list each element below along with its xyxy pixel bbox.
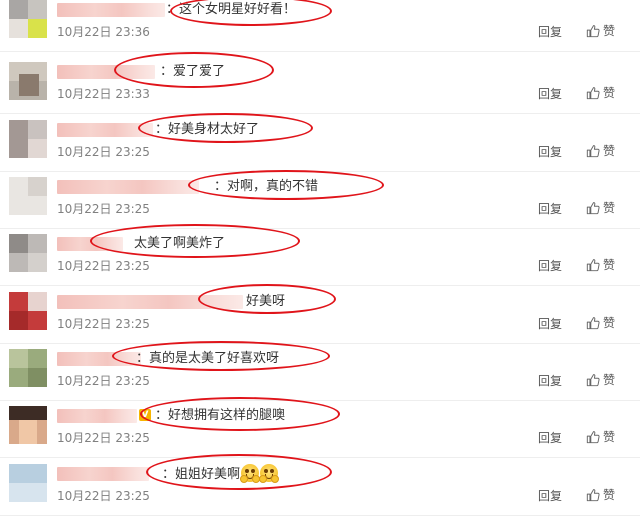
comment-time: 10月22日 23:25: [57, 259, 150, 273]
avatar[interactable]: [9, 234, 47, 272]
comment-time: 10月22日 23:33: [57, 87, 150, 101]
comment-time: 10月22日 23:25: [57, 202, 150, 216]
avatar[interactable]: [9, 292, 47, 330]
like-label: 赞: [603, 144, 616, 158]
highlight-ellipse: [170, 0, 332, 26]
like-button[interactable]: 赞: [586, 22, 615, 39]
thumbs-up-icon: [586, 144, 600, 157]
highlight-ellipse: [146, 454, 332, 490]
highlight-ellipse: [198, 284, 336, 314]
username-blurred[interactable]: [57, 409, 137, 423]
avatar[interactable]: [9, 62, 47, 100]
highlight-ellipse: [138, 113, 313, 143]
like-label: 赞: [603, 373, 616, 387]
comment-time: 10月22日 23:25: [57, 374, 150, 388]
comment-row: ：姐姐好美啊 10月22日 23:25 回复 赞: [0, 454, 640, 516]
reply-button[interactable]: 回复: [538, 23, 562, 40]
avatar[interactable]: [9, 120, 47, 158]
reply-button[interactable]: 回复: [538, 85, 562, 102]
thumbs-up-icon: [586, 373, 600, 386]
avatar[interactable]: [9, 406, 47, 444]
like-label: 赞: [603, 258, 616, 272]
username-blurred[interactable]: [57, 467, 149, 481]
username-blurred[interactable]: [57, 180, 199, 194]
like-button[interactable]: 赞: [586, 84, 615, 101]
comment-time: 10月22日 23:25: [57, 431, 150, 445]
reply-button[interactable]: 回复: [538, 429, 562, 446]
comment-list: ：这个女明星好好看！ 10月22日 23:36 回复 赞 ：爱了爱了 10月22…: [0, 0, 640, 516]
comment-row: ：对啊，真的不错 10月22日 23:25 回复 赞: [0, 170, 640, 229]
avatar[interactable]: [9, 0, 47, 38]
avatar[interactable]: [9, 464, 47, 502]
like-button[interactable]: 赞: [586, 371, 615, 388]
like-button[interactable]: 赞: [586, 142, 615, 159]
thumbs-up-icon: [586, 488, 600, 501]
thumbs-up-icon: [586, 258, 600, 271]
comment-row: 好美呀 10月22日 23:25 回复 赞: [0, 284, 640, 344]
like-button[interactable]: 赞: [586, 314, 615, 331]
like-label: 赞: [603, 316, 616, 330]
highlight-ellipse: [114, 52, 274, 88]
like-label: 赞: [603, 488, 616, 502]
comment-row: ：这个女明星好好看！ 10月22日 23:36 回复 赞: [0, 0, 640, 52]
reply-button[interactable]: 回复: [538, 257, 562, 274]
comment-time: 10月22日 23:25: [57, 145, 150, 159]
thumbs-up-icon: [586, 430, 600, 443]
comment-time: 10月22日 23:25: [57, 317, 150, 331]
like-button[interactable]: 赞: [586, 256, 615, 273]
highlight-ellipse: [140, 397, 340, 431]
reply-button[interactable]: 回复: [538, 315, 562, 332]
like-button[interactable]: 赞: [586, 486, 615, 503]
comment-time: 10月22日 23:36: [57, 25, 150, 39]
like-button[interactable]: 赞: [586, 199, 615, 216]
thumbs-up-icon: [586, 201, 600, 214]
thumbs-up-icon: [586, 316, 600, 329]
reply-button[interactable]: 回复: [538, 200, 562, 217]
highlight-ellipse: [112, 341, 330, 371]
like-label: 赞: [603, 201, 616, 215]
avatar[interactable]: [9, 177, 47, 215]
reply-button[interactable]: 回复: [538, 143, 562, 160]
thumbs-up-icon: [586, 86, 600, 99]
highlight-ellipse: [90, 224, 300, 258]
comment-row: ：爱了爱了 10月22日 23:33 回复 赞: [0, 52, 640, 114]
avatar[interactable]: [9, 349, 47, 387]
reply-button[interactable]: 回复: [538, 372, 562, 389]
comment-row: 太美了啊美炸了 10月22日 23:25 回复 赞: [0, 224, 640, 286]
reply-button[interactable]: 回复: [538, 487, 562, 504]
comment-time: 10月22日 23:25: [57, 489, 150, 503]
like-label: 赞: [603, 430, 616, 444]
thumbs-up-icon: [586, 24, 600, 37]
like-button[interactable]: 赞: [586, 428, 615, 445]
username-blurred[interactable]: [57, 3, 165, 17]
comment-row: ：真的是太美了好喜欢呀 10月22日 23:25 回复 赞: [0, 341, 640, 401]
comment-row: ：好美身材太好了 10月22日 23:25 回复 赞: [0, 113, 640, 172]
like-label: 赞: [603, 24, 616, 38]
like-label: 赞: [603, 86, 616, 100]
comment-row: V ：好想拥有这样的腿噢 10月22日 23:25 回复 赞: [0, 397, 640, 458]
highlight-ellipse: [188, 170, 384, 200]
